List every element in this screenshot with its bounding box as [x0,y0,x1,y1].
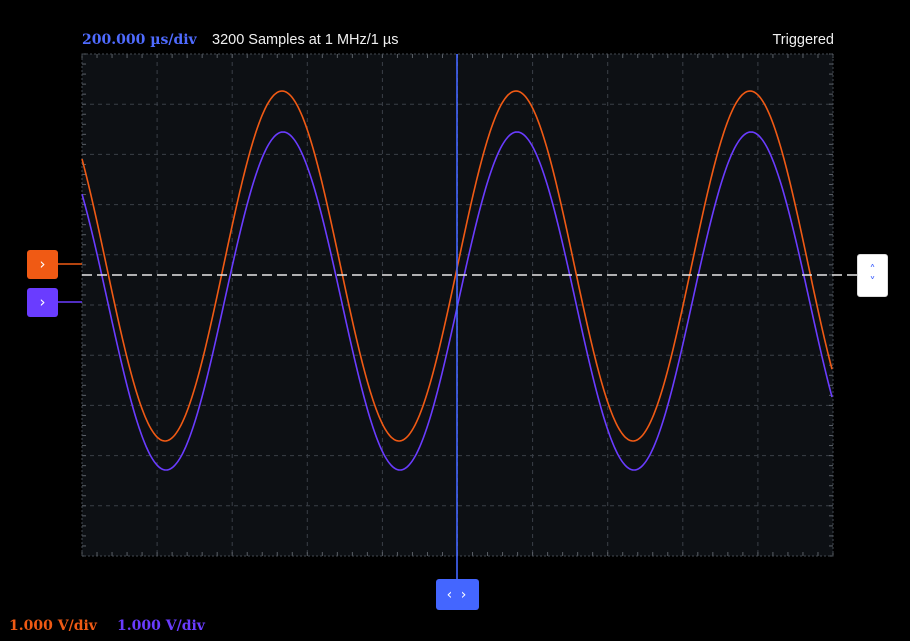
trigger-time-handle[interactable]: ‹ › [436,579,479,610]
channel-2-offset-handle[interactable]: › [27,288,58,317]
channel-1-offset-handle[interactable]: › [27,250,58,279]
oscilloscope-display [58,53,857,580]
trigger-level-handle[interactable]: ˄ ˅ [857,254,888,297]
chevron-right-icon: › [39,293,46,311]
chevron-left-right-icon: ‹ › [446,586,469,603]
channel-1-scale-label: 1.000 V/div [9,618,97,634]
sample-info-label: 3200 Samples at 1 MHz/1 µs [212,32,399,48]
trigger-status-label: Triggered [772,32,834,48]
chevron-right-icon: › [39,255,46,273]
chevron-up-icon: ˄ [869,262,876,277]
timebase-label: 200.000 µs/div [82,32,197,48]
chevron-down-icon: ˅ [869,274,876,289]
channel-2-scale-label: 1.000 V/div [117,618,205,634]
